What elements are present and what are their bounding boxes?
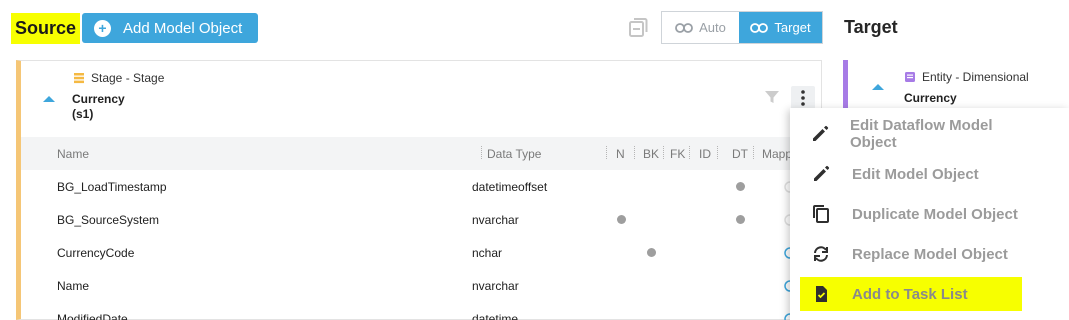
- stage-icon: [74, 73, 84, 84]
- toggle-auto-label: Auto: [699, 20, 726, 35]
- mapping-mode-toggle: Auto Target: [661, 11, 823, 44]
- link-icon: [750, 22, 769, 33]
- add-model-object-label: Add Model Object: [123, 19, 243, 37]
- plus-icon: +: [94, 19, 111, 37]
- target-title: Target: [844, 17, 898, 37]
- menu-item-label: Replace Model Object: [852, 245, 1008, 263]
- menu-item-label: Edit Dataflow Model Object: [850, 117, 993, 151]
- more-options-button[interactable]: [791, 86, 815, 110]
- source-model-object-card: Stage - Stage Currency (s1) Name Data Ty…: [16, 60, 822, 320]
- dimensional-entity-icon: [905, 72, 915, 82]
- n-flag-dot: [617, 215, 626, 224]
- target-entity-name: Currency: [904, 91, 957, 105]
- column-divider[interactable]: [753, 146, 754, 159]
- column-divider[interactable]: [689, 146, 690, 159]
- column-divider[interactable]: [634, 146, 635, 159]
- attribute-data-type: nvarchar: [472, 279, 519, 293]
- target-entity-label: Entity - Dimensional: [922, 70, 1029, 84]
- column-divider[interactable]: [717, 146, 718, 159]
- collapse-caret-icon[interactable]: [43, 96, 55, 102]
- attribute-data-type: datetime: [472, 312, 519, 320]
- replace-icon: [810, 243, 832, 265]
- stage-label: Stage - Stage: [91, 71, 165, 85]
- card-header: Stage - Stage Currency (s1): [21, 61, 821, 136]
- menu-item-edit-model-object[interactable]: Edit Model Object: [800, 157, 1022, 191]
- toggle-auto[interactable]: Auto: [662, 12, 739, 43]
- table-row[interactable]: Name nvarchar: [21, 269, 821, 302]
- dt-flag-dot: [736, 215, 745, 224]
- collapse-caret-icon[interactable]: [872, 84, 884, 90]
- column-header-bk[interactable]: BK: [643, 147, 659, 161]
- attribute-name: Name: [57, 279, 90, 293]
- menu-item-replace-model-object[interactable]: Replace Model Object: [800, 237, 1022, 271]
- kebab-icon: [801, 90, 805, 106]
- attribute-name: BG_SourceSystem: [57, 213, 160, 227]
- filter-icon[interactable]: [764, 89, 780, 105]
- column-divider[interactable]: [481, 146, 482, 159]
- add-model-object-button[interactable]: + Add Model Object: [82, 13, 258, 43]
- table-row[interactable]: ModifiedDate datetime: [21, 302, 821, 320]
- attribute-name: CurrencyCode: [57, 246, 135, 260]
- copy-icon: [810, 203, 832, 225]
- entity-name: Currency: [72, 92, 125, 106]
- pencil-icon: [810, 123, 830, 145]
- link-icon: [675, 22, 694, 33]
- table-row[interactable]: CurrencyCode nchar: [21, 236, 821, 269]
- table-row[interactable]: BG_LoadTimestamp datetimeoffset: [21, 170, 821, 203]
- bk-flag-dot: [647, 248, 656, 257]
- attribute-data-type: nvarchar: [472, 213, 519, 227]
- column-divider[interactable]: [606, 146, 607, 159]
- source-title: Source: [11, 13, 80, 44]
- target-entity-line: Entity - Dimensional: [904, 70, 1029, 84]
- attribute-data-type: datetimeoffset: [472, 180, 548, 194]
- entity-alias: (s1): [72, 107, 94, 121]
- menu-item-edit-dataflow-model-object[interactable]: Edit Dataflow Model Object: [800, 117, 1022, 151]
- column-divider[interactable]: [663, 146, 664, 159]
- attribute-name: BG_LoadTimestamp: [57, 180, 167, 194]
- dt-flag-dot: [736, 182, 745, 191]
- column-header-name[interactable]: Name: [57, 147, 89, 161]
- attribute-data-type: nchar: [472, 246, 503, 260]
- model-object-context-menu: Edit Dataflow Model Object Edit Model Ob…: [790, 108, 1069, 320]
- copy-icon[interactable]: [626, 16, 650, 40]
- toggle-target[interactable]: Target: [739, 12, 822, 43]
- toggle-target-label: Target: [774, 20, 811, 35]
- table-row[interactable]: BG_SourceSystem nvarchar: [21, 203, 821, 236]
- column-header-fk[interactable]: FK: [670, 147, 685, 161]
- column-header-id[interactable]: ID: [699, 147, 711, 161]
- column-header-mapping[interactable]: Mapp: [762, 147, 792, 161]
- attribute-name: ModifiedDate: [57, 312, 128, 320]
- column-header-n[interactable]: N: [616, 147, 625, 161]
- menu-item-label: Edit Model Object: [852, 165, 979, 183]
- pencil-icon: [810, 163, 832, 185]
- table-header: Name Data Type N BK FK ID DT Mapp: [21, 137, 821, 170]
- source-title-text: Source: [14, 18, 77, 38]
- menu-item-duplicate-model-object[interactable]: Duplicate Model Object: [800, 197, 1022, 231]
- column-header-dt[interactable]: DT: [732, 147, 748, 161]
- menu-item-label: Duplicate Model Object: [852, 205, 1018, 223]
- column-header-data-type[interactable]: Data Type: [487, 147, 541, 161]
- menu-item-label: Add to Task List: [852, 285, 968, 303]
- menu-item-add-to-task-list[interactable]: Add to Task List: [800, 277, 1022, 311]
- task-check-icon: [810, 283, 832, 305]
- stage-line: Stage - Stage: [73, 71, 164, 85]
